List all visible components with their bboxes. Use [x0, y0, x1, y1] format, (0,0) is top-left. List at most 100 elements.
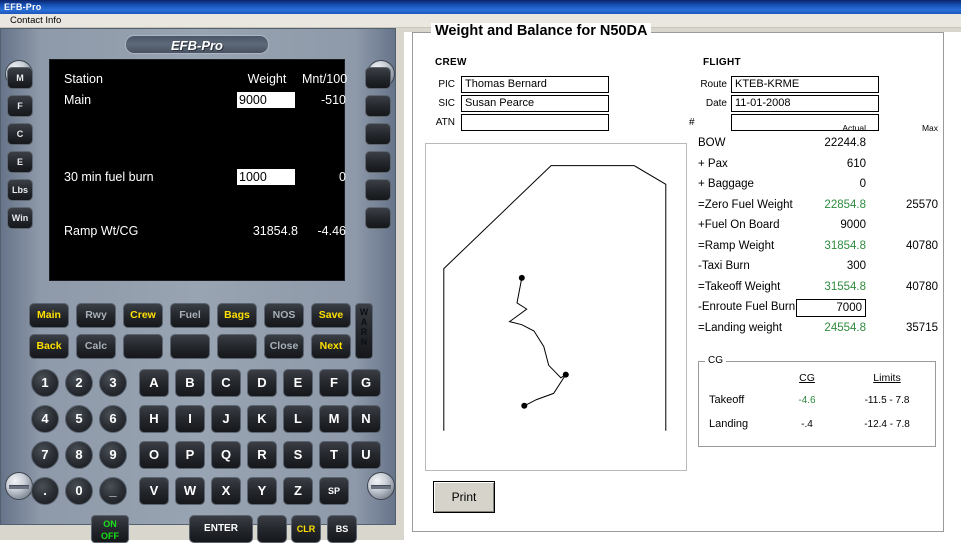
key-5[interactable]: 5	[65, 405, 93, 433]
crew-sic-field[interactable]: Susan Pearce	[461, 95, 609, 112]
screen-row-main-label: Main	[64, 93, 92, 107]
cg-row-landing-label: Landing	[709, 418, 749, 430]
key-q[interactable]: Q	[211, 441, 241, 469]
key-4[interactable]: 4	[31, 405, 59, 433]
bezel-button-r2[interactable]	[365, 95, 391, 117]
bezel-screw-bottom-right	[367, 472, 395, 500]
warn-button[interactable]: WARN	[355, 303, 373, 359]
key-9[interactable]: 9	[99, 441, 127, 469]
row-label: =Ramp Weight	[698, 239, 775, 252]
screen-row-fuelburn-label: 30 min fuel burn	[64, 170, 154, 184]
screen-row-fuelburn-mnt: 0	[339, 170, 346, 184]
key-g[interactable]: G	[351, 369, 381, 397]
key-y[interactable]: Y	[247, 477, 277, 505]
key-j[interactable]: J	[211, 405, 241, 433]
key-2[interactable]: 2	[65, 369, 93, 397]
function-button-close[interactable]: Close	[264, 334, 304, 359]
key-z[interactable]: Z	[283, 477, 313, 505]
function-button-calc[interactable]: Calc	[76, 334, 116, 359]
function-button-bags[interactable]: Bags	[217, 303, 257, 328]
enter-key[interactable]: ENTER	[189, 515, 253, 543]
table-row: + Baggage 0	[698, 178, 938, 199]
function-button-back[interactable]: Back	[29, 334, 69, 359]
screen-row-fuelburn-input[interactable]: 1000	[236, 168, 296, 186]
key-6[interactable]: 6	[99, 405, 127, 433]
enroute-fuel-burn-input[interactable]: 7000	[796, 299, 866, 317]
function-button-blank1[interactable]	[123, 334, 163, 359]
key-f[interactable]: F	[319, 369, 349, 397]
key-r[interactable]: R	[247, 441, 277, 469]
panel-gap	[396, 28, 404, 525]
key-8[interactable]: 8	[65, 441, 93, 469]
screen-row-main-weight-input[interactable]: 9000	[236, 91, 296, 109]
clear-key[interactable]: CLR	[291, 515, 321, 543]
key-u[interactable]: U	[351, 441, 381, 469]
key-n[interactable]: N	[351, 405, 381, 433]
function-button-blank3[interactable]	[217, 334, 257, 359]
flight-route-field[interactable]: KTEB-KRME	[731, 76, 879, 93]
key-a[interactable]: A	[139, 369, 169, 397]
print-button[interactable]: Print	[433, 481, 495, 513]
key-m[interactable]: M	[319, 405, 349, 433]
key-underscore[interactable]: _	[99, 477, 127, 505]
bezel-button-e[interactable]: E	[7, 151, 33, 173]
bezel-button-f[interactable]: F	[7, 95, 33, 117]
function-button-crew[interactable]: Crew	[123, 303, 163, 328]
key-b[interactable]: B	[175, 369, 205, 397]
key-p[interactable]: P	[175, 441, 205, 469]
function-button-blank2[interactable]	[170, 334, 210, 359]
key-0[interactable]: 0	[65, 477, 93, 505]
key-v[interactable]: V	[139, 477, 169, 505]
row-label: BOW	[698, 137, 726, 149]
key-c[interactable]: C	[211, 369, 241, 397]
key-1[interactable]: 1	[31, 369, 59, 397]
row-actual: 610	[846, 157, 866, 170]
crew-heading: CREW	[435, 57, 467, 68]
bezel-button-lbs[interactable]: Lbs	[7, 179, 33, 201]
row-actual: 300	[846, 260, 866, 272]
efb-keypad: Main Rwy Crew Fuel Bags NOS Save Back Ca…	[29, 299, 381, 551]
function-button-nos[interactable]: NOS	[264, 303, 304, 328]
key-h[interactable]: H	[139, 405, 169, 433]
row-max: 35715	[906, 321, 938, 334]
key-7[interactable]: 7	[31, 441, 59, 469]
bezel-button-m[interactable]: M	[7, 67, 33, 89]
power-on-label: ON	[103, 519, 117, 529]
key-3[interactable]: 3	[99, 369, 127, 397]
bezel-button-r6[interactable]	[365, 207, 391, 229]
bezel-button-r3[interactable]	[365, 123, 391, 145]
function-button-rwy[interactable]: Rwy	[76, 303, 116, 328]
key-period[interactable]: .	[31, 477, 59, 505]
bezel-button-r5[interactable]	[365, 179, 391, 201]
cg-marker-landing	[521, 402, 528, 409]
key-x[interactable]: X	[211, 477, 241, 505]
key-k[interactable]: K	[247, 405, 277, 433]
key-t[interactable]: T	[319, 441, 349, 469]
key-l[interactable]: L	[283, 405, 313, 433]
key-d[interactable]: D	[247, 369, 277, 397]
menu-item-contact-info[interactable]: Contact Info	[6, 14, 65, 28]
flight-date-field[interactable]: 11-01-2008	[731, 95, 879, 112]
function-button-save[interactable]: Save	[311, 303, 351, 328]
crew-pic-field[interactable]: Thomas Bernard	[461, 76, 609, 93]
cg-groupbox-title: CG	[705, 355, 726, 366]
power-button[interactable]: ON OFF	[91, 515, 129, 543]
bezel-button-r4[interactable]	[365, 151, 391, 173]
function-button-next[interactable]: Next	[311, 334, 351, 359]
key-e[interactable]: E	[283, 369, 313, 397]
bezel-button-win[interactable]: Win	[7, 207, 33, 229]
key-o[interactable]: O	[139, 441, 169, 469]
key-i[interactable]: I	[175, 405, 205, 433]
key-space[interactable]: SP	[319, 477, 349, 505]
spare-key[interactable]	[257, 515, 287, 543]
crew-atn-field[interactable]	[461, 114, 609, 131]
key-w[interactable]: W	[175, 477, 205, 505]
screen-row-ramp-mnt: -4.46	[317, 224, 347, 238]
cg-col-limits: Limits	[873, 372, 901, 384]
bezel-button-r1[interactable]	[365, 67, 391, 89]
function-button-fuel[interactable]: Fuel	[170, 303, 210, 328]
key-s[interactable]: S	[283, 441, 313, 469]
bezel-button-c[interactable]: C	[7, 123, 33, 145]
backspace-key[interactable]: BS	[327, 515, 357, 543]
function-button-main[interactable]: Main	[29, 303, 69, 328]
